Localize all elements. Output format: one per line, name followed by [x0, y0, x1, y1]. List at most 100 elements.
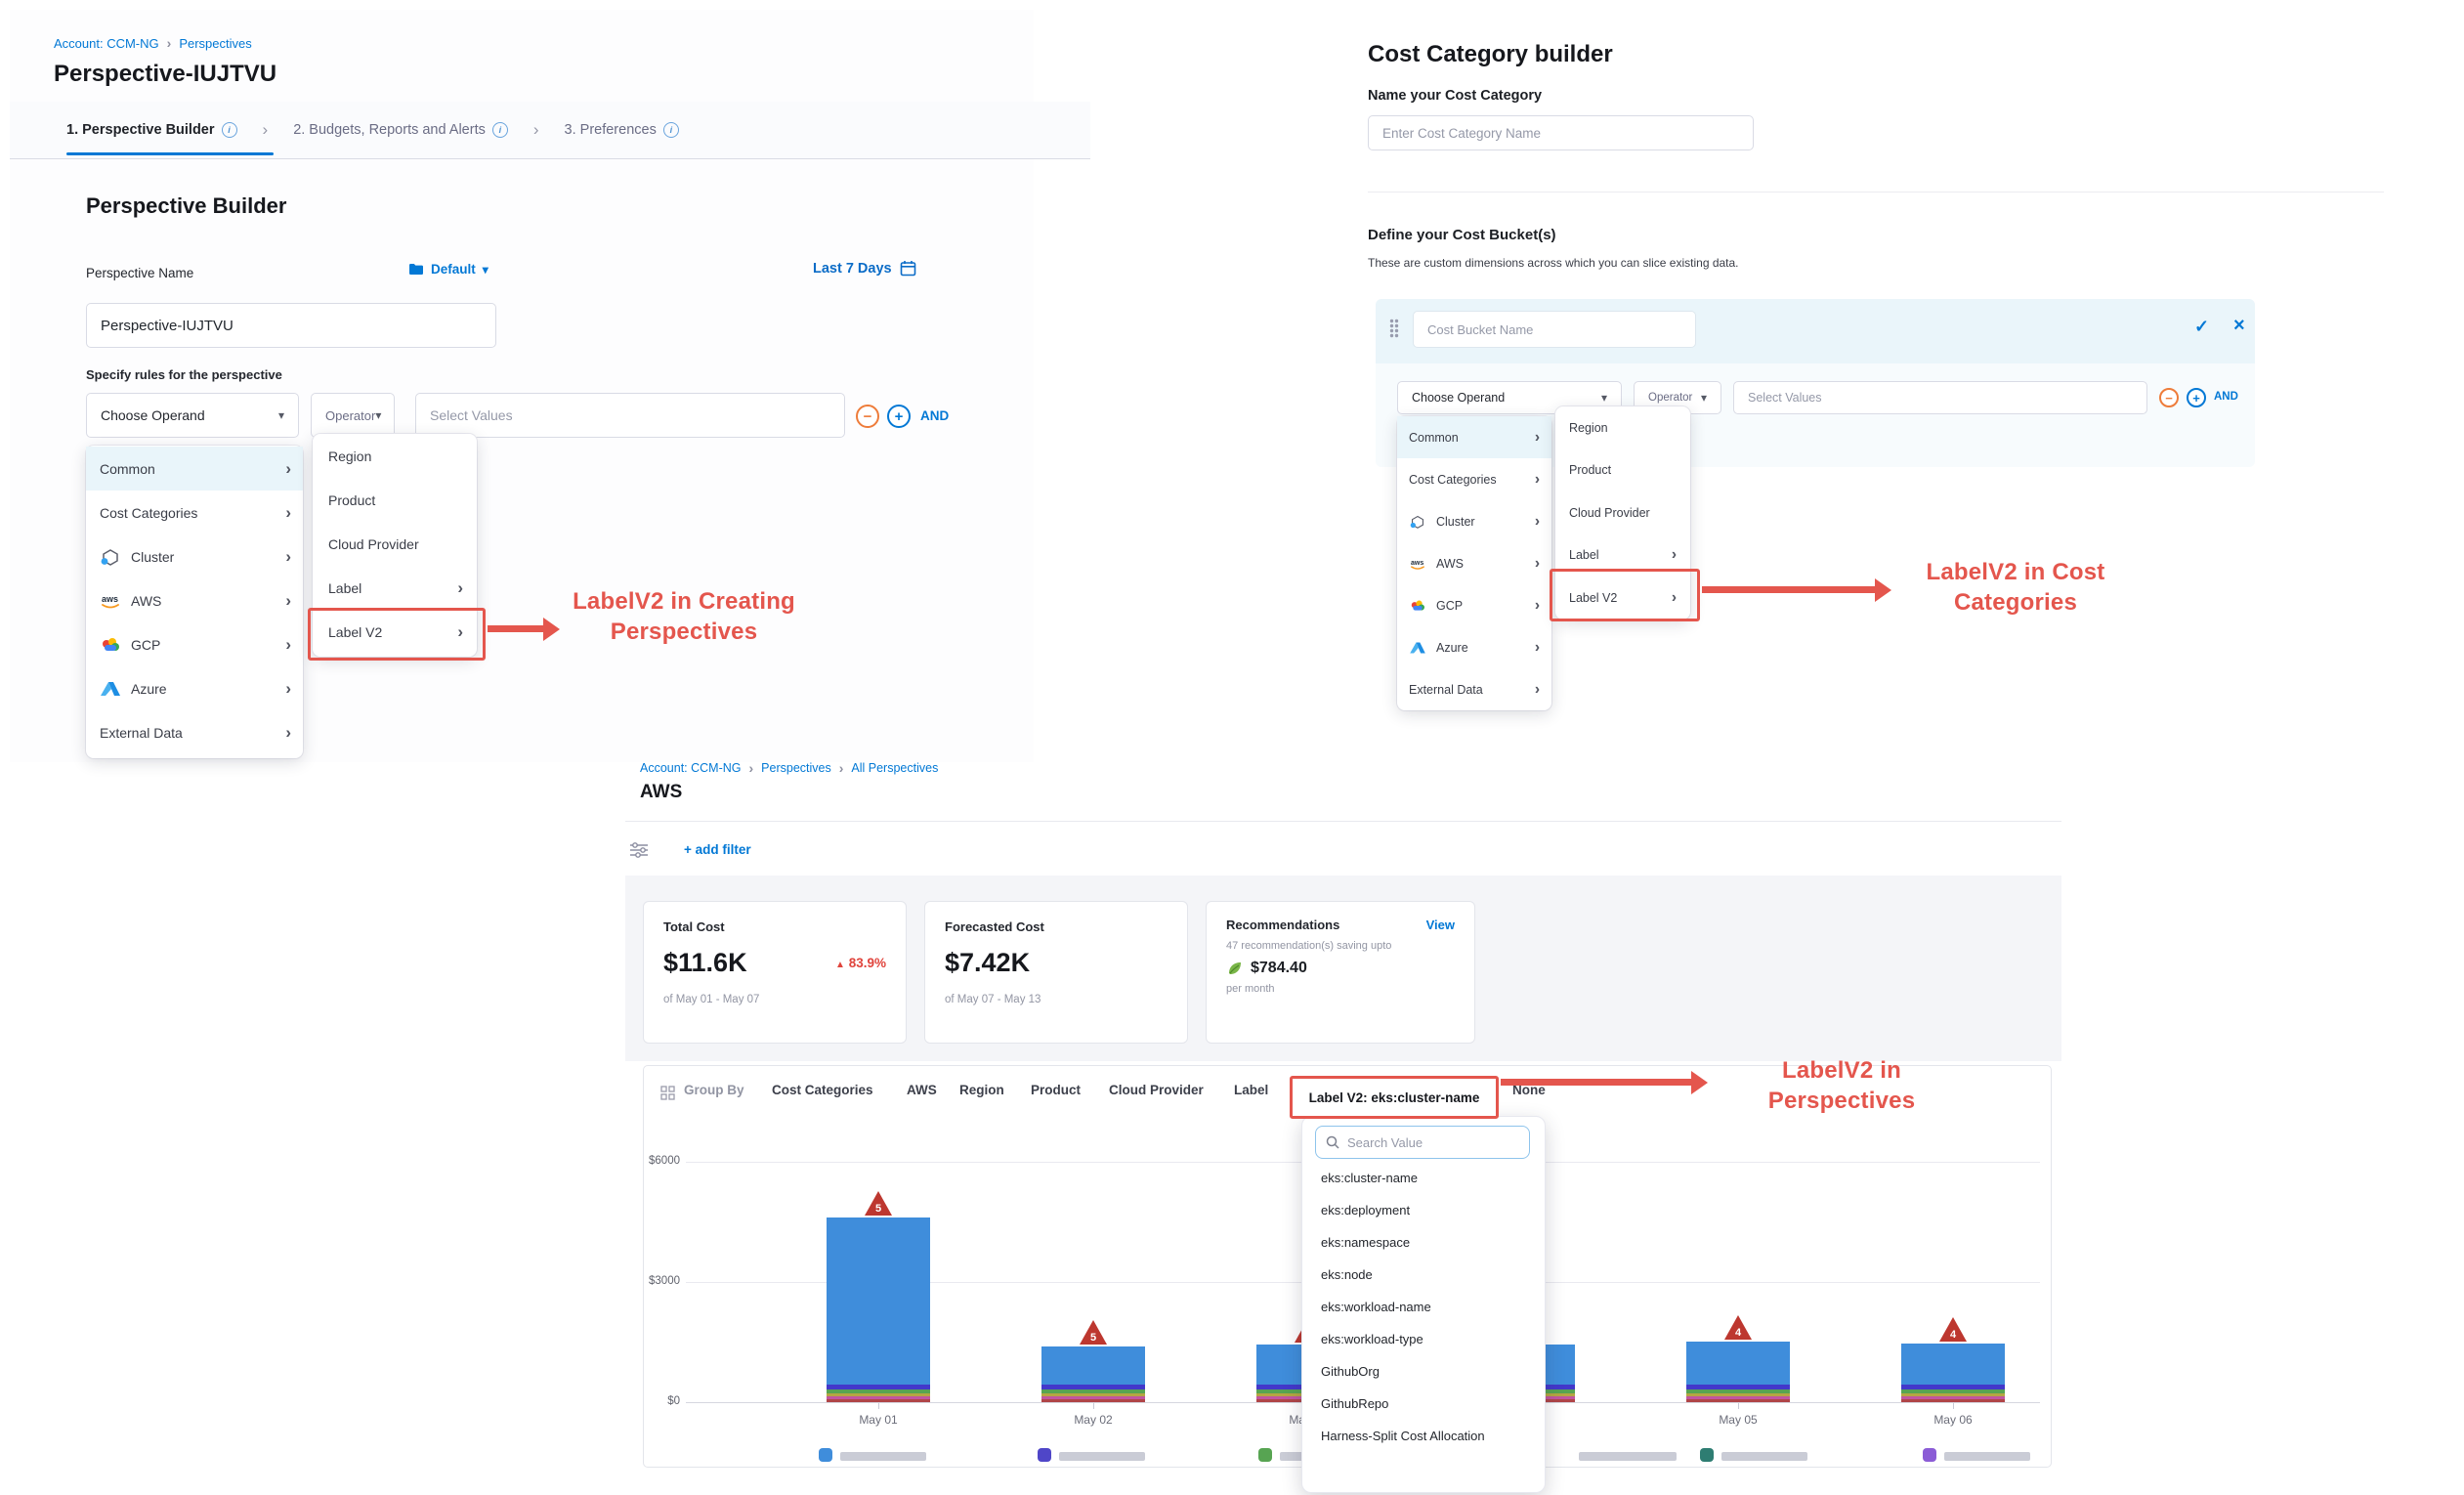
- breadcrumb-all-perspectives-link[interactable]: All Perspectives: [851, 761, 938, 775]
- submenu-item-region[interactable]: Region: [313, 434, 477, 478]
- chevron-right-icon: ›: [1535, 555, 1540, 573]
- total-cost-value: $11.6K: [663, 948, 747, 978]
- bar-may-02[interactable]: [1041, 1346, 1145, 1402]
- dropdown-option-eks-node[interactable]: eks:node: [1321, 1267, 1373, 1282]
- menu-item-azure[interactable]: Azure›: [1397, 626, 1551, 668]
- groupby-item-cloud-provider[interactable]: Cloud Provider: [1109, 1083, 1204, 1097]
- forecasted-cost-card: Forecasted Cost $7.42K of May 07 - May 1…: [924, 901, 1188, 1044]
- bucket-name-placeholder: Cost Bucket Name: [1427, 322, 1533, 337]
- search-placeholder: Search Value: [1347, 1135, 1423, 1150]
- tab-perspective-builder[interactable]: 1. Perspective Builder i: [66, 122, 237, 138]
- menu-item-gcp[interactable]: GCP›: [86, 622, 303, 666]
- dropdown-option-githuborg[interactable]: GithubOrg: [1321, 1364, 1380, 1379]
- legend-swatch: [1258, 1448, 1272, 1462]
- groupby-item-region[interactable]: Region: [959, 1083, 1004, 1097]
- filter-icon[interactable]: [629, 842, 649, 858]
- date-range-label: Last 7 Days: [813, 261, 892, 277]
- cc-remove-rule-button[interactable]: −: [2159, 388, 2179, 407]
- dropdown-option-eks-workload-name[interactable]: eks:workload-name: [1321, 1300, 1431, 1314]
- menu-item-common[interactable]: Common›: [86, 447, 303, 491]
- menu-item-cluster[interactable]: Cluster›: [86, 534, 303, 578]
- rules-label: Specify rules for the perspective: [86, 367, 282, 382]
- add-filter-link[interactable]: + add filter: [684, 842, 751, 857]
- bucket-name-input[interactable]: Cost Bucket Name: [1413, 311, 1696, 348]
- bar-may-06[interactable]: [1901, 1344, 2005, 1402]
- cc-select-values-input[interactable]: Select Values: [1733, 381, 2147, 414]
- menu-item-common[interactable]: Common›: [1397, 416, 1551, 458]
- chevron-right-icon: ›: [839, 760, 844, 776]
- breadcrumb-perspectives-link[interactable]: Perspectives: [179, 36, 251, 51]
- groupby-item-label[interactable]: Label: [1234, 1083, 1268, 1097]
- savings-line: 47 recommendation(s) saving upto: [1226, 940, 1455, 952]
- search-value-input[interactable]: Search Value: [1315, 1126, 1530, 1159]
- chevron-right-icon: ›: [1535, 513, 1540, 531]
- submenu-item-label[interactable]: Label›: [313, 566, 477, 610]
- aws-title: AWS: [640, 782, 682, 803]
- x-axis-label: May 06: [1909, 1413, 1997, 1427]
- close-bucket-button[interactable]: ×: [2233, 315, 2245, 337]
- screenshot-root: Account: CCM-NG › Perspectives Perspecti…: [0, 0, 2464, 1495]
- bar-may-05[interactable]: [1686, 1342, 1790, 1402]
- cc-add-rule-button[interactable]: +: [2187, 388, 2206, 407]
- groupby-labelv2-box[interactable]: Label V2: eks:cluster-name: [1290, 1076, 1499, 1119]
- confirm-bucket-button[interactable]: ✓: [2194, 317, 2209, 337]
- calendar-icon: [900, 260, 916, 277]
- x-axis-tick: [878, 1403, 879, 1409]
- menu-item-aws[interactable]: awsAWS›: [86, 578, 303, 622]
- bar-may-01[interactable]: [827, 1217, 930, 1402]
- dropdown-option-eks-deployment[interactable]: eks:deployment: [1321, 1203, 1410, 1217]
- chevron-right-icon: ›: [1535, 639, 1540, 657]
- submenu-item-cloud-provider[interactable]: Cloud Provider: [1555, 491, 1690, 534]
- cost-category-title: Cost Category builder: [1368, 41, 1613, 68]
- tab-budgets-reports-alerts[interactable]: 2. Budgets, Reports and Alerts i: [293, 122, 508, 138]
- annotation-arrow: [488, 625, 544, 632]
- date-range-picker[interactable]: Last 7 Days: [813, 260, 916, 277]
- submenu-item-product[interactable]: Product: [313, 478, 477, 522]
- select-values-input[interactable]: Select Values: [415, 393, 845, 438]
- labelv2-highlight-box: [308, 608, 486, 661]
- x-axis-label: May 05: [1694, 1413, 1782, 1427]
- dropdown-option-eks-namespace[interactable]: eks:namespace: [1321, 1235, 1410, 1250]
- menu-item-external-data[interactable]: External Data›: [1397, 668, 1551, 710]
- drag-handle-icon[interactable]: [1389, 319, 1399, 338]
- tab-preferences[interactable]: 3. Preferences i: [565, 122, 679, 138]
- dropdown-option-eks-workload-type[interactable]: eks:workload-type: [1321, 1332, 1423, 1346]
- group-by-label: Group By: [684, 1083, 744, 1097]
- menu-item-cluster[interactable]: Cluster›: [1397, 500, 1551, 542]
- breadcrumb-account-link[interactable]: Account: CCM-NG: [640, 761, 742, 775]
- breadcrumb-account-link[interactable]: Account: CCM-NG: [54, 36, 159, 51]
- cc-name-input[interactable]: Enter Cost Category Name: [1368, 115, 1754, 150]
- add-rule-button[interactable]: +: [887, 405, 911, 428]
- dropdown-option-eks-cluster-name[interactable]: eks:cluster-name: [1321, 1171, 1418, 1185]
- operator-select[interactable]: Operator ▾: [311, 393, 395, 438]
- menu-item-gcp[interactable]: GCP›: [1397, 584, 1551, 626]
- y-axis-tick: $0: [625, 1395, 680, 1407]
- breadcrumb-perspectives-link[interactable]: Perspectives: [761, 761, 831, 775]
- groupby-item-product[interactable]: Product: [1031, 1083, 1081, 1097]
- submenu-item-label: Region: [328, 448, 371, 464]
- submenu-item-cloud-provider[interactable]: Cloud Provider: [313, 522, 477, 566]
- choose-operand-select[interactable]: Choose Operand ▾: [86, 393, 299, 438]
- x-axis-tick: [1738, 1403, 1739, 1409]
- submenu-item-region[interactable]: Region: [1555, 406, 1690, 449]
- search-icon: [1326, 1135, 1339, 1149]
- menu-item-external-data[interactable]: External Data›: [86, 710, 303, 754]
- legend-label-clipped: [1059, 1452, 1145, 1461]
- dropdown-option-harness-split-cost-allocation[interactable]: Harness-Split Cost Allocation: [1321, 1429, 1485, 1443]
- menu-item-azure[interactable]: Azure›: [86, 666, 303, 710]
- chevron-right-icon: ›: [1672, 546, 1677, 564]
- remove-rule-button[interactable]: −: [856, 405, 879, 428]
- x-axis-tick: [1953, 1403, 1954, 1409]
- dropdown-option-githubrepo[interactable]: GithubRepo: [1321, 1396, 1388, 1411]
- menu-item-aws[interactable]: awsAWS›: [1397, 542, 1551, 584]
- perspective-name-input[interactable]: Perspective-IUJTVU: [86, 303, 496, 348]
- menu-item-cost-categories[interactable]: Cost Categories›: [86, 491, 303, 534]
- menu-item-label: AWS: [1436, 557, 1464, 571]
- submenu-item-product[interactable]: Product: [1555, 449, 1690, 492]
- folder-select[interactable]: Default ▾: [408, 262, 489, 277]
- groupby-item-cost-categories[interactable]: Cost Categories: [772, 1083, 873, 1097]
- view-link[interactable]: View: [1426, 918, 1455, 932]
- chevron-right-icon: ›: [167, 35, 172, 51]
- menu-item-cost-categories[interactable]: Cost Categories›: [1397, 458, 1551, 500]
- groupby-item-aws[interactable]: AWS: [907, 1083, 937, 1097]
